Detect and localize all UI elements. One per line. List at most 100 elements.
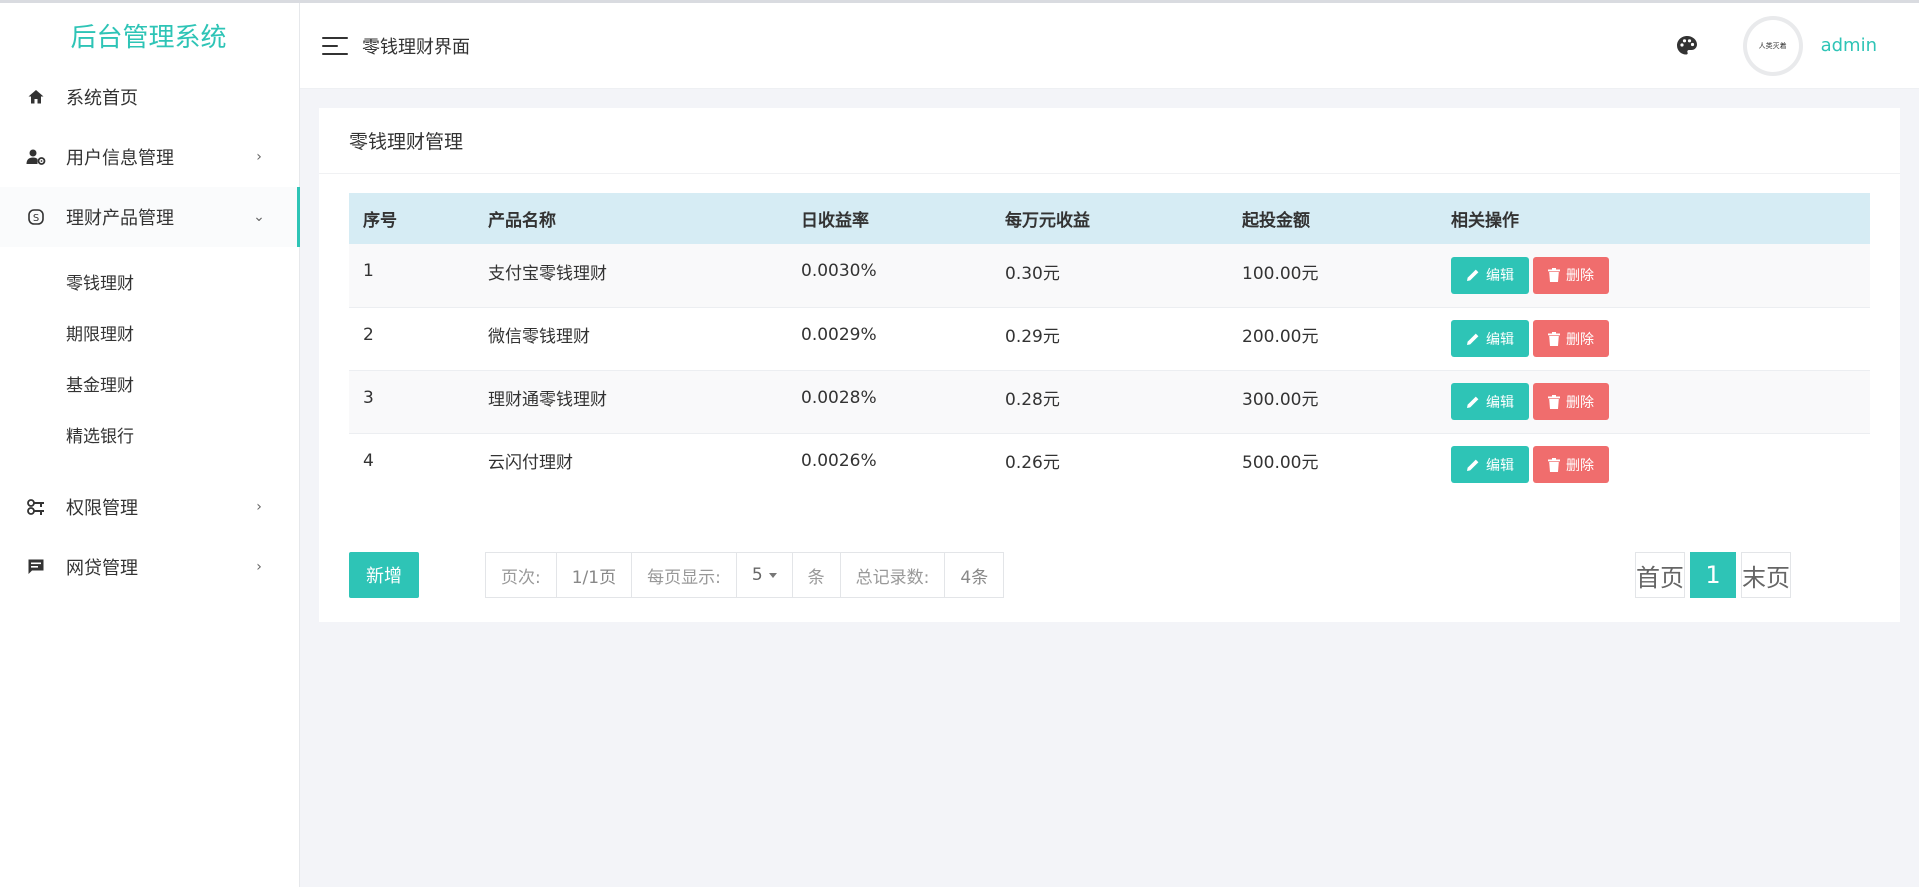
column-header-per-10k: 每万元收益 [1005,211,1090,231]
cell-daily-rate: 0.0030% [801,261,877,282]
cell-actions: 编辑 删除 [1437,370,1870,433]
cell-daily-rate: 0.0028% [801,387,877,408]
sidebar-item-label: 系统首页 [66,88,138,109]
cell-min-amount: 300.00元 [1242,390,1319,410]
sidebar-item-home[interactable]: 系统首页 [0,67,299,127]
chevron-right-icon: › [256,559,262,575]
cell-name: 支付宝零钱理财 [488,263,607,284]
avatar[interactable]: 人类灭着 [1742,15,1803,76]
table-header-row: 序号 产品名称 日收益率 每万元收益 起投金额 相关操作 [349,193,1870,244]
edit-button[interactable]: 编辑 [1451,446,1529,484]
first-page-button[interactable]: 首页 [1635,552,1685,598]
pencil-icon [1467,333,1479,345]
pager: 首页 1 末页 [1635,552,1791,598]
key-icon [26,497,46,517]
delete-label: 删除 [1566,457,1594,474]
total-label: 总记录数: [841,553,946,597]
page-title: 零钱理财界面 [362,36,470,58]
delete-label: 删除 [1566,268,1594,285]
table-row: 2 微信零钱理财 0.0029% 0.29元 200.00元 编辑 删除 [349,307,1870,370]
sidebar-item-label: 权限管理 [66,498,138,519]
trash-icon [1548,331,1560,346]
cell-index: 4 [363,450,374,471]
sidebar-menu-lower: 权限管理 › 网贷管理 › [0,477,299,597]
sidebar-item-permissions[interactable]: 权限管理 › [0,477,299,537]
pencil-icon [1467,459,1479,471]
caret-down-icon [768,572,777,578]
cell-per-10k: 0.28元 [1005,390,1060,410]
column-header-name: 产品名称 [488,211,556,231]
username-link[interactable]: admin [1821,35,1877,56]
edit-button[interactable]: 编辑 [1451,320,1529,357]
edit-button[interactable]: 编辑 [1451,256,1529,294]
message-icon [26,557,46,577]
product-table: 序号 产品名称 日收益率 每万元收益 起投金额 相关操作 1 支付宝零钱理财 0… [349,193,1870,496]
finance-icon: S [26,207,46,227]
svg-text:S: S [33,213,39,224]
page-label: 页次: [486,553,557,597]
chevron-right-icon: › [256,149,262,165]
trash-icon [1548,457,1560,472]
submenu-item-term[interactable]: 期限理财 [0,310,299,361]
palette-icon[interactable] [1675,34,1699,58]
content-panel: 零钱理财管理 序号 产品名称 日收益率 每万元收益 起投金额 相关操作 1 支付… [319,108,1900,622]
app-title: 后台管理系统 [70,22,227,53]
cell-daily-rate: 0.0029% [801,324,877,345]
trash-icon [1548,394,1560,409]
edit-label: 编辑 [1486,268,1514,285]
page-size-select[interactable]: 5 [737,553,793,597]
table-row: 4 云闪付理财 0.0026% 0.26元 500.00元 编辑 删除 [349,433,1870,496]
edit-label: 编辑 [1486,457,1514,474]
edit-label: 编辑 [1486,394,1514,411]
cell-per-10k: 0.30元 [1005,263,1060,284]
submenu-item-change[interactable]: 零钱理财 [0,259,299,310]
last-page-button[interactable]: 末页 [1741,552,1791,598]
edit-button[interactable]: 编辑 [1451,383,1529,420]
cell-name: 微信零钱理财 [488,327,590,347]
total-value: 4条 [960,567,989,588]
submenu-products: 零钱理财 期限理财 基金理财 精选银行 [0,247,299,477]
add-button[interactable]: 新增 [349,552,419,598]
column-header-min-amount: 起投金额 [1242,211,1310,231]
submenu-item-fund[interactable]: 基金理财 [0,361,299,412]
cell-min-amount: 200.00元 [1242,327,1319,347]
pencil-icon [1467,396,1479,408]
cell-name: 理财通零钱理财 [488,390,607,410]
chevron-down-icon: ⌄ [253,209,265,225]
sidebar-menu: 系统首页 用户信息管理 › S 理财产品管理 ⌄ [0,67,300,247]
top-header: 零钱理财界面 人类灭着 admin [300,3,1919,89]
delete-button[interactable]: 删除 [1533,320,1609,357]
page-value: 1/1页 [557,553,633,597]
cell-actions: 编辑 删除 [1437,244,1870,307]
table-row: 3 理财通零钱理财 0.0028% 0.28元 300.00元 编辑 删除 [349,370,1870,433]
cell-daily-rate: 0.0026% [801,450,877,471]
page-size-value: 5 [751,565,763,585]
submenu-item-bank[interactable]: 精选银行 [0,412,299,463]
column-header-index: 序号 [363,211,397,231]
user-gear-icon [26,147,46,167]
delete-label: 删除 [1566,394,1594,411]
cell-per-10k: 0.26元 [1005,453,1060,474]
panel-title: 零钱理财管理 [319,108,1900,174]
delete-button[interactable]: 删除 [1533,383,1609,420]
sidebar-item-users[interactable]: 用户信息管理 › [0,127,299,187]
cell-index: 3 [363,387,374,408]
delete-button[interactable]: 删除 [1533,446,1609,484]
cell-actions: 编辑 删除 [1437,433,1870,496]
sidebar-item-products[interactable]: S 理财产品管理 ⌄ [0,187,300,247]
column-header-daily-rate: 日收益率 [801,211,869,231]
page-size-label: 每页显示: [632,553,737,597]
edit-label: 编辑 [1486,331,1514,348]
delete-label: 删除 [1566,331,1594,348]
sidebar-item-loans[interactable]: 网贷管理 › [0,537,299,597]
sidebar-item-label: 理财产品管理 [66,208,174,229]
sidebar-item-label: 用户信息管理 [66,148,174,169]
cell-min-amount: 500.00元 [1242,453,1319,474]
delete-button[interactable]: 删除 [1533,256,1609,294]
sidebar-item-label: 网贷管理 [66,558,138,579]
page-size-unit: 条 [793,553,841,597]
menu-toggle-icon[interactable] [322,36,348,55]
current-page-button[interactable]: 1 [1690,552,1736,598]
header-actions: 人类灭着 admin [1675,15,1919,76]
pencil-icon [1467,269,1479,282]
